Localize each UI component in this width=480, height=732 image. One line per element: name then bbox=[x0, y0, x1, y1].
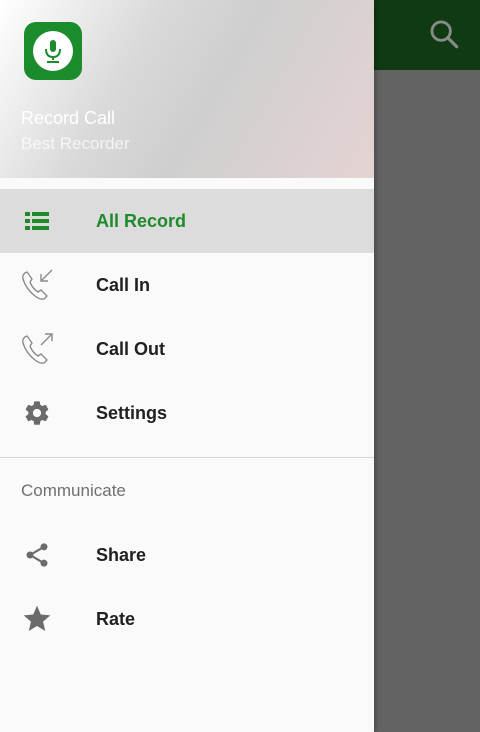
screen: Record Call Best Recorder All Record Cal… bbox=[0, 0, 480, 732]
menu-item-call-in[interactable]: Call In bbox=[0, 253, 374, 317]
app-subtitle: Best Recorder bbox=[21, 134, 130, 153]
menu-item-label: Share bbox=[96, 544, 147, 565]
menu-item-label: Rate bbox=[96, 608, 136, 629]
navigation-drawer: Record Call Best Recorder All Record Cal… bbox=[0, 0, 374, 732]
list-icon bbox=[19, 203, 55, 239]
menu-item-share[interactable]: Share bbox=[0, 523, 374, 587]
menu-item-label: Call Out bbox=[96, 338, 166, 359]
app-title: Record Call bbox=[21, 108, 116, 128]
call-outgoing-icon bbox=[19, 331, 55, 367]
section-header-communicate: Communicate bbox=[21, 481, 126, 500]
menu-item-label: Settings bbox=[96, 402, 168, 423]
app-logo-icon bbox=[24, 22, 82, 80]
menu-item-all-record[interactable]: All Record bbox=[0, 189, 374, 253]
communicate-menu: Share Rate bbox=[0, 523, 374, 651]
menu-item-call-out[interactable]: Call Out bbox=[0, 317, 374, 381]
search-icon[interactable] bbox=[424, 14, 464, 54]
menu-item-label: Call In bbox=[96, 274, 151, 295]
star-icon bbox=[19, 601, 55, 637]
menu-divider bbox=[0, 457, 374, 458]
gear-icon bbox=[19, 395, 55, 431]
menu-item-settings[interactable]: Settings bbox=[0, 381, 374, 445]
share-icon bbox=[19, 537, 55, 573]
menu-item-label: All Record bbox=[96, 210, 187, 231]
drawer-menu: All Record Call In Call Out Settings bbox=[0, 189, 374, 445]
menu-item-rate[interactable]: Rate bbox=[0, 587, 374, 651]
call-incoming-icon bbox=[19, 267, 55, 303]
drawer-header: Record Call Best Recorder bbox=[0, 0, 374, 178]
